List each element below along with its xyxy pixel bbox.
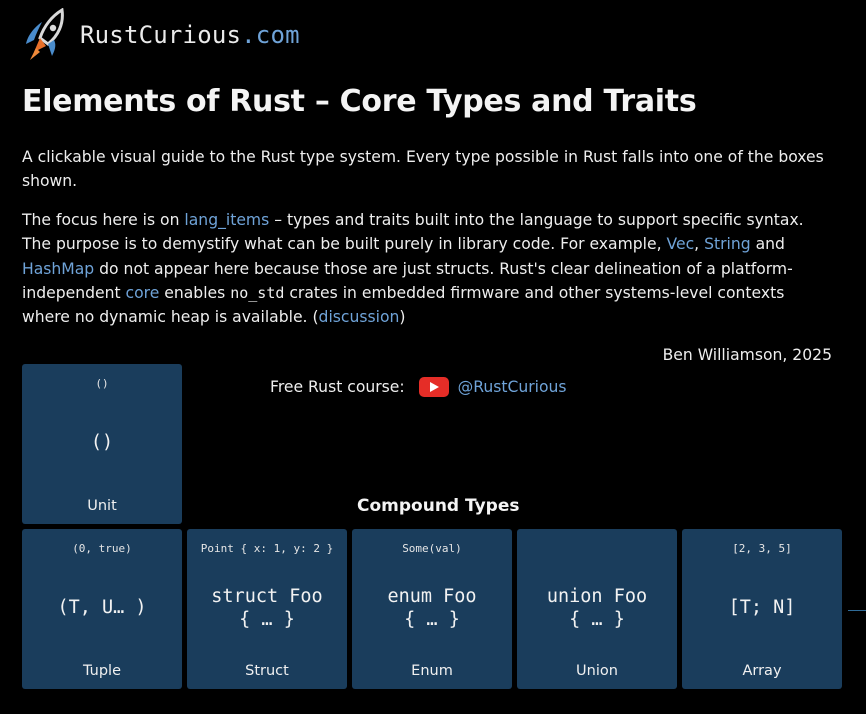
type-syntax-line: () [90, 432, 114, 453]
site-logo[interactable]: RustCurious.com [22, 8, 300, 62]
type-syntax: enum Foo{ … } [387, 552, 476, 663]
type-syntax: () [91, 387, 113, 498]
type-name: Enum [411, 663, 453, 679]
type-name: Struct [245, 663, 289, 679]
type-syntax-line: { … } [239, 608, 295, 630]
intro-text: and [750, 235, 785, 254]
type-box-array[interactable]: [2, 3, 5] [T; N] Array [682, 529, 842, 689]
type-syntax: [T; N] [729, 552, 796, 663]
author-credit: Ben Williamson, 2025 [662, 346, 832, 364]
page: RustCurious.com Elements of Rust – Core … [0, 0, 866, 714]
type-box-struct[interactable]: Point { x: 1, y: 2 } struct Foo{ … } Str… [187, 529, 347, 689]
type-box-union[interactable]: union Foo{ … } Union [517, 529, 677, 689]
intro-text: enables [159, 283, 231, 302]
compound-types-heading: Compound Types [357, 496, 520, 516]
logo-tld: .com [241, 21, 300, 49]
logo-wordmark: RustCurious.com [80, 21, 300, 49]
code-no-std: no_std [230, 283, 285, 302]
link-core[interactable]: core [126, 284, 160, 302]
intro-paragraph-1: A clickable visual guide to the Rust typ… [22, 148, 824, 191]
type-syntax-line: [T; N] [728, 597, 796, 618]
link-hashmap[interactable]: HashMap [22, 260, 94, 278]
type-name: Array [742, 663, 782, 679]
page-title: Elements of Rust – Core Types and Traits [22, 84, 697, 119]
link-vec[interactable]: Vec [667, 235, 695, 253]
intro-text: , [694, 235, 705, 254]
course-label: Free Rust course: [270, 378, 405, 396]
youtube-icon[interactable] [418, 377, 449, 397]
type-syntax-line: (T, U… ) [57, 597, 147, 618]
intro-text: ) [399, 308, 406, 327]
logo-brand: RustCurious [80, 21, 242, 49]
course-promo: Free Rust course: @RustCurious [270, 377, 567, 397]
type-syntax: union Foo{ … } [547, 552, 647, 663]
type-syntax-line: enum Foo [387, 585, 477, 607]
link-discussion[interactable]: discussion [319, 308, 400, 326]
type-syntax: (T, U… ) [57, 552, 146, 663]
type-syntax-line: { … } [569, 608, 625, 630]
type-syntax: struct Foo{ … } [211, 552, 322, 663]
type-name: Tuple [83, 663, 121, 679]
intro-paragraph-2: The focus here is on lang_items – types … [22, 208, 834, 329]
link-lang-items[interactable]: lang_items [184, 211, 269, 229]
type-syntax-line: { … } [404, 608, 460, 630]
type-box-enum[interactable]: Some(val) enum Foo{ … } Enum [352, 529, 512, 689]
type-box-unit[interactable]: () () Unit [22, 364, 182, 524]
intro-text: The focus here is on [22, 211, 185, 229]
type-syntax-line: struct Foo [211, 585, 323, 607]
type-box-tuple[interactable]: (0, true) (T, U… ) Tuple [22, 529, 182, 689]
youtube-channel-link[interactable]: @RustCurious [458, 378, 567, 396]
rocket-logo-icon [26, 8, 64, 60]
link-string[interactable]: String [704, 235, 751, 253]
type-name: Union [576, 663, 618, 679]
type-syntax-line: union Foo [546, 585, 648, 607]
type-name: Unit [87, 498, 117, 514]
connector-line [848, 610, 866, 611]
